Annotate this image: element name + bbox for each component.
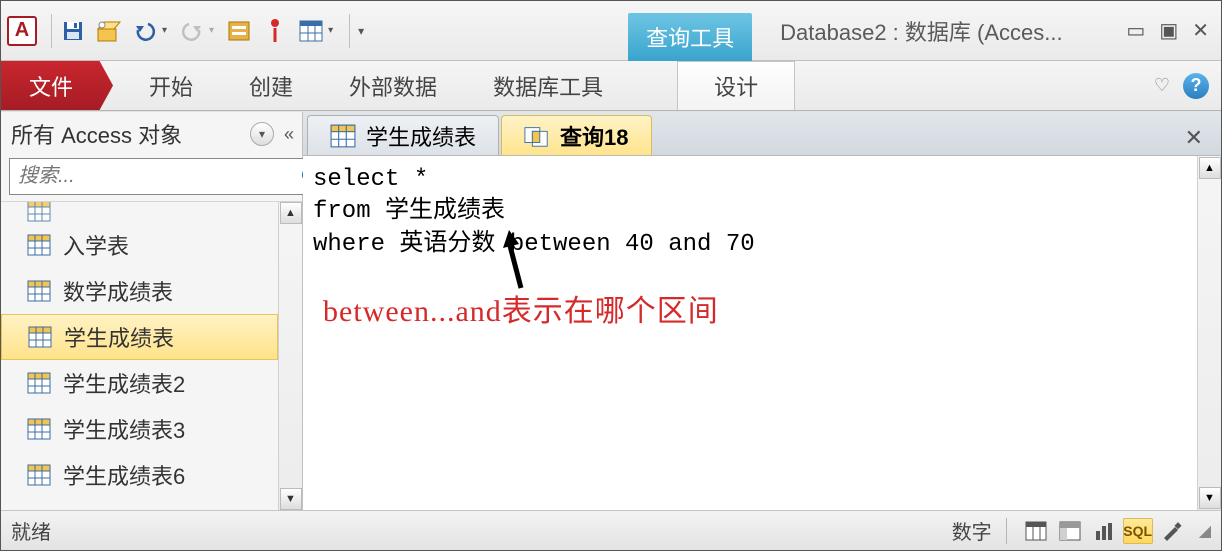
search-input[interactable] xyxy=(10,159,294,194)
nav-item-table[interactable]: 学生成绩表2 xyxy=(1,360,278,406)
contextual-tab-header: 查询工具 xyxy=(628,13,752,61)
sql-editor[interactable]: select * from 学生成绩表 where 英语分数 between 4… xyxy=(303,156,1197,510)
tab-create[interactable]: 创建 xyxy=(221,61,321,110)
qat-customize-icon[interactable]: ▾ xyxy=(358,24,364,38)
resize-grip-icon[interactable]: ◢ xyxy=(1199,521,1211,541)
table-icon xyxy=(27,280,51,302)
query-icon xyxy=(524,124,550,148)
restore-button[interactable]: ▣ xyxy=(1155,16,1182,45)
scroll-up-icon[interactable]: ▲ xyxy=(280,202,302,224)
quick-access-toolbar: ▾ ▾ ▾ ▾ xyxy=(58,14,368,48)
table-icon xyxy=(27,372,51,394)
view-pivot-icon[interactable] xyxy=(1055,518,1085,544)
doc-tab-query[interactable]: 查询18 xyxy=(501,115,651,155)
nav-item-clipped[interactable] xyxy=(1,202,278,222)
nav-item-label: 学生成绩表3 xyxy=(63,413,185,445)
form-icon[interactable] xyxy=(224,16,254,46)
app-logo-icon: A xyxy=(7,16,37,46)
editor-area: 学生成绩表 查询18 ✕ select * from 学生成绩表 where 英… xyxy=(303,112,1221,510)
table-icon xyxy=(27,464,51,486)
sql-editor-wrap: select * from 学生成绩表 where 英语分数 between 4… xyxy=(303,156,1221,510)
nav-item-label: 数学成绩表 xyxy=(63,275,173,307)
favorite-icon[interactable]: ♡ xyxy=(1151,75,1173,97)
run-icon[interactable] xyxy=(260,16,290,46)
help-icon[interactable]: ? xyxy=(1183,73,1209,99)
close-button[interactable]: ✕ xyxy=(1188,16,1213,45)
editor-scrollbar[interactable]: ▲ ▼ xyxy=(1197,156,1221,510)
tab-external[interactable]: 外部数据 xyxy=(321,61,465,110)
redo-dropdown-icon[interactable]: ▾ xyxy=(209,25,214,36)
body: 所有 Access 对象 ▾ « 入学表 xyxy=(1,111,1221,510)
ribbon-tabs: 文件 开始 创建 外部数据 数据库工具 设计 ♡ ? xyxy=(1,61,1221,111)
doc-tab-label: 查询18 xyxy=(560,120,628,152)
nav-item-table[interactable]: 学生成绩表 xyxy=(1,314,278,360)
view-dropdown-icon[interactable]: ▾ xyxy=(328,25,333,36)
nav-item-label: 入学表 xyxy=(63,229,129,261)
window-controls: ▭ ▣ ✕ xyxy=(1122,16,1221,45)
view-chart-icon[interactable] xyxy=(1089,518,1119,544)
nav-item-label: 学生成绩表2 xyxy=(63,367,185,399)
minimize-button[interactable]: ▭ xyxy=(1122,16,1149,45)
doc-tab-table[interactable]: 学生成绩表 xyxy=(307,115,499,155)
doc-tab-label: 学生成绩表 xyxy=(366,120,476,152)
status-numlock: 数字 xyxy=(952,516,992,545)
scroll-up-icon[interactable]: ▲ xyxy=(1199,157,1221,179)
nav-item-table[interactable]: 数学成绩表 xyxy=(1,268,278,314)
nav-item-label: 学生成绩表6 xyxy=(63,459,185,491)
window-title: Database2 : 数据库 (Acces... xyxy=(780,15,1122,47)
nav-pane-title: 所有 Access 对象 xyxy=(11,118,246,150)
undo-dropdown-icon[interactable]: ▾ xyxy=(162,25,167,36)
table-icon xyxy=(330,124,356,148)
view-datasheet-icon[interactable] xyxy=(1021,518,1051,544)
nav-item-label: 学生成绩表 xyxy=(64,321,174,353)
app-window: A ▾ ▾ ▾ xyxy=(0,0,1222,551)
table-icon xyxy=(28,326,52,348)
view-sql-button[interactable]: SQL xyxy=(1123,518,1153,544)
table-icon xyxy=(27,234,51,256)
redo-icon[interactable] xyxy=(177,16,207,46)
nav-item-table[interactable]: 入学表 xyxy=(1,222,278,268)
nav-collapse-button[interactable]: « xyxy=(284,124,294,145)
scroll-down-icon[interactable]: ▼ xyxy=(1199,487,1221,509)
status-left: 就绪 xyxy=(11,516,51,545)
navigation-pane: 所有 Access 对象 ▾ « 入学表 xyxy=(1,112,303,510)
table-icon xyxy=(27,202,51,222)
document-close-button[interactable]: ✕ xyxy=(1177,121,1211,155)
tab-design[interactable]: 设计 xyxy=(677,61,795,110)
datasheet-icon[interactable] xyxy=(296,16,326,46)
document-tabs: 学生成绩表 查询18 ✕ xyxy=(303,112,1221,156)
view-design-icon[interactable] xyxy=(1157,518,1187,544)
nav-item-table[interactable]: 学生成绩表6 xyxy=(1,452,278,498)
status-bar: 就绪 数字 SQL ◢ xyxy=(1,510,1221,550)
object-icon[interactable] xyxy=(94,16,124,46)
tab-db-tools[interactable]: 数据库工具 xyxy=(465,61,631,110)
undo-icon[interactable] xyxy=(130,16,160,46)
title-bar: A ▾ ▾ ▾ xyxy=(1,1,1221,61)
table-icon xyxy=(27,418,51,440)
nav-item-table[interactable]: 学生成绩表3 xyxy=(1,406,278,452)
tab-file[interactable]: 文件 xyxy=(1,61,113,110)
nav-scrollbar[interactable]: ▲ ▼ xyxy=(278,202,302,510)
nav-filter-dropdown-icon[interactable]: ▾ xyxy=(250,122,274,146)
nav-object-list: 入学表 数学成绩表 学生成绩表 学生成绩表2 学生成绩表3 学生成绩表6 ▲ xyxy=(1,201,302,510)
scroll-down-icon[interactable]: ▼ xyxy=(280,488,302,510)
tab-home[interactable]: 开始 xyxy=(121,61,221,110)
save-icon[interactable] xyxy=(58,16,88,46)
search-box xyxy=(9,158,329,195)
